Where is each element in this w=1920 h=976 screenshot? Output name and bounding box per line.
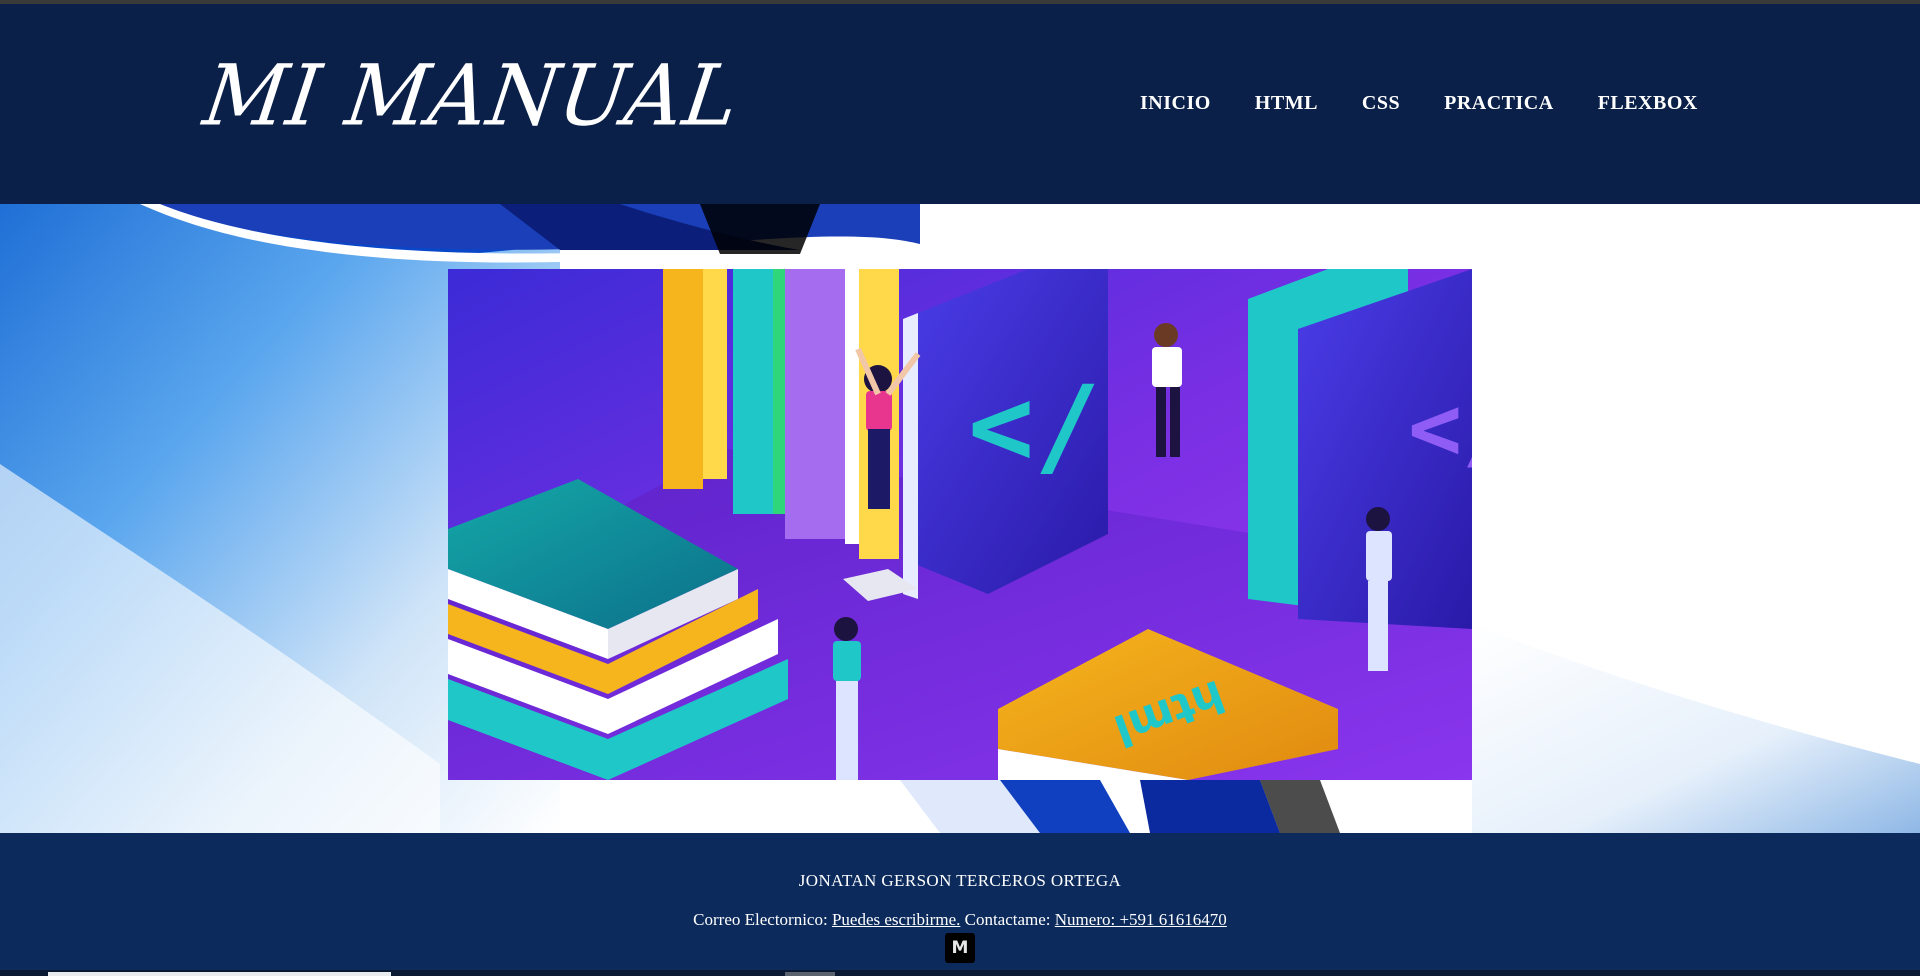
nav-link-css[interactable]: CSS bbox=[1362, 92, 1400, 115]
code-symbol-right: </ bbox=[1408, 376, 1472, 481]
nav-link-inicio[interactable]: INICIO bbox=[1140, 92, 1211, 115]
site-logo-title[interactable]: MI MANUAL bbox=[198, 47, 745, 145]
email-link[interactable]: Puedes escribirme. bbox=[832, 910, 960, 929]
taskbar-segment bbox=[48, 972, 391, 976]
site-header: MI MANUAL INICIO HTML CSS PRACTICA FLEXB… bbox=[0, 4, 1920, 204]
hero-section: </ </ html bbox=[0, 204, 1920, 833]
taskbar-strip bbox=[0, 970, 1920, 976]
m-badge-icon[interactable]: M bbox=[945, 933, 975, 963]
site-footer: JONATAN GERSON TERCEROS ORTEGA Correo El… bbox=[0, 833, 1920, 976]
hero-illustration: </ </ html bbox=[448, 269, 1472, 780]
nav-link-html[interactable]: HTML bbox=[1255, 92, 1318, 115]
email-label: Correo Electornico: bbox=[693, 910, 832, 929]
contact-label: Contactame: bbox=[960, 910, 1055, 929]
footer-author-name: JONATAN GERSON TERCEROS ORTEGA bbox=[798, 871, 1122, 890]
footer-contact-line: Correo Electornico: Puedes escribirme. C… bbox=[0, 910, 1920, 930]
nav-link-flexbox[interactable]: FLEXBOX bbox=[1598, 92, 1698, 115]
main-navigation: INICIO HTML CSS PRACTICA FLEXBOX bbox=[1140, 92, 1742, 115]
phone-link[interactable]: Numero: +591 61616470 bbox=[1055, 910, 1227, 929]
person-bottom-teal bbox=[833, 617, 861, 780]
code-symbol-left: </ bbox=[968, 362, 1100, 490]
taskbar-segment bbox=[785, 972, 835, 976]
nav-link-practica[interactable]: PRACTICA bbox=[1444, 92, 1554, 115]
